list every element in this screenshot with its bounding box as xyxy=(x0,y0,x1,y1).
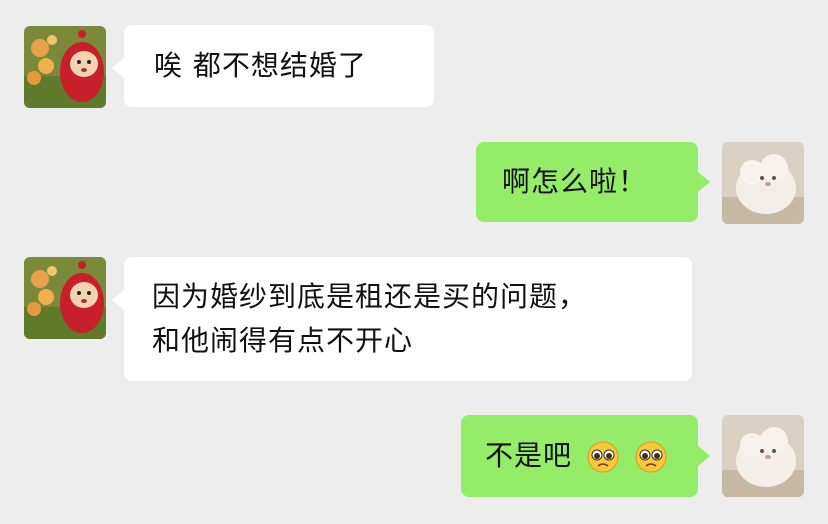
bubble-tail xyxy=(698,446,710,466)
pleading-face-emoji-icon xyxy=(635,441,667,473)
bubble-tail xyxy=(112,58,124,78)
teletubby-po-avatar-icon xyxy=(24,257,106,339)
message-text: 啊怎么啦！ xyxy=(502,165,648,198)
message-bubble-incoming[interactable]: 因为婚纱到底是租还是买的问题， 和他闹得有点不开心 xyxy=(124,257,692,381)
teletubby-po-avatar-icon xyxy=(24,26,106,108)
contact-avatar[interactable] xyxy=(24,257,106,339)
pleading-face-emoji-icon xyxy=(587,441,619,473)
message-text-line-1: 因为婚纱到底是租还是买的问题， xyxy=(152,280,588,313)
message-text: 唉 都不想结婚了 xyxy=(154,49,367,82)
white-lamb-avatar-icon xyxy=(722,415,804,497)
white-lamb-avatar-icon xyxy=(722,142,804,224)
self-avatar[interactable] xyxy=(722,415,804,497)
bubble-tail xyxy=(698,172,710,192)
message-bubble-outgoing[interactable]: 啊怎么啦！ xyxy=(476,142,698,222)
message-text: 不是吧 xyxy=(485,439,573,472)
bubble-tail xyxy=(112,290,124,310)
message-bubble-outgoing[interactable]: 不是吧 xyxy=(461,415,698,497)
contact-avatar[interactable] xyxy=(24,26,106,108)
message-text-line-2: 和他闹得有点不开心 xyxy=(152,324,414,357)
self-avatar[interactable] xyxy=(722,142,804,224)
message-bubble-incoming[interactable]: 唉 都不想结婚了 xyxy=(124,25,434,107)
